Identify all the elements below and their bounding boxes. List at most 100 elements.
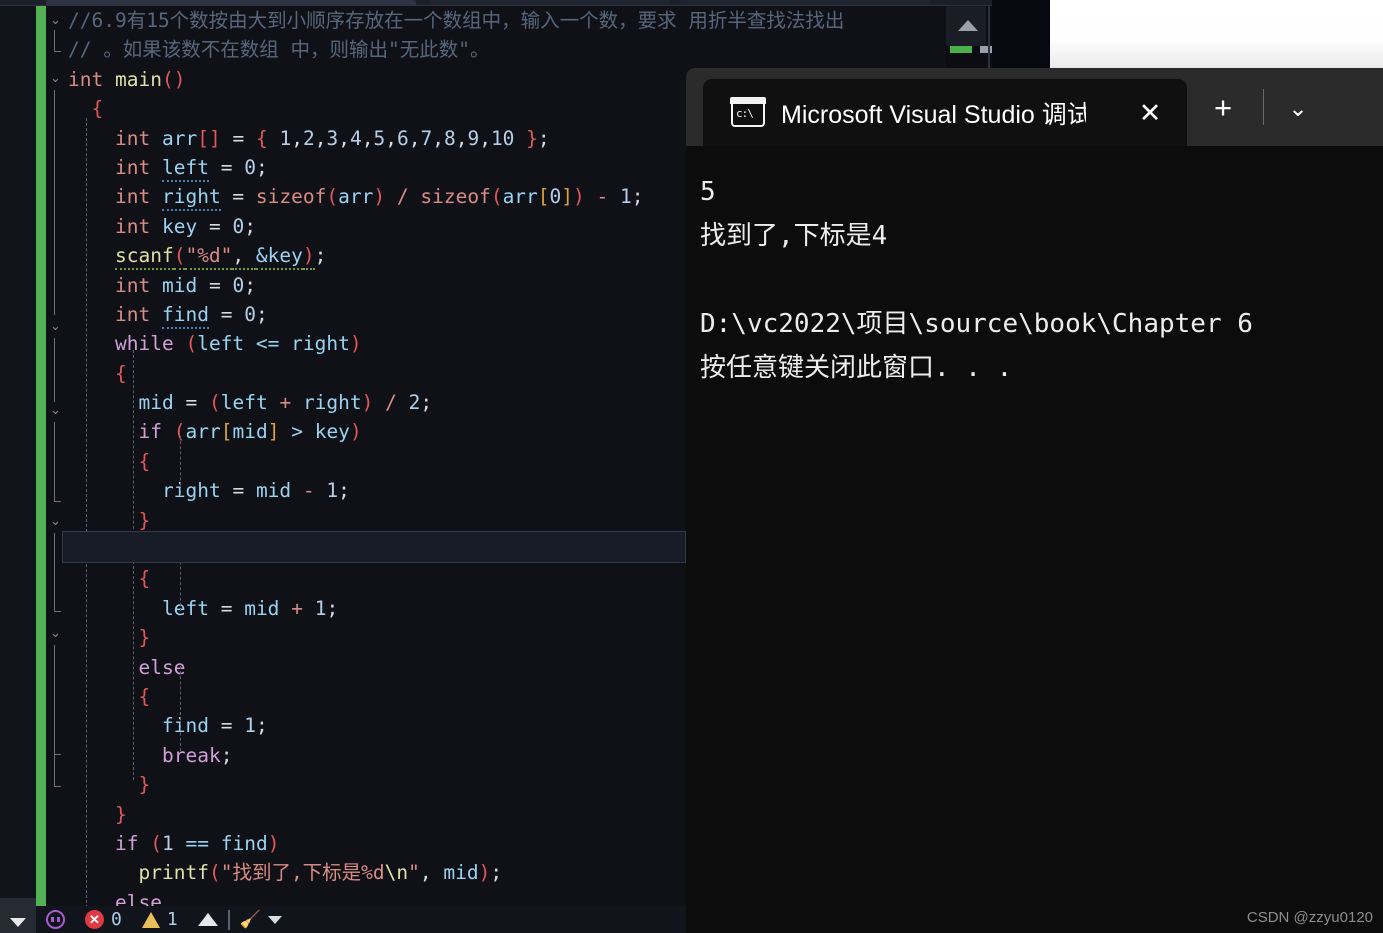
- code-token: right: [302, 391, 362, 415]
- cmd-prompt-icon: c:\: [730, 97, 766, 127]
- code-token: 3: [326, 126, 339, 150]
- code-token: main: [114, 67, 162, 91]
- code-token: }: [138, 773, 151, 797]
- code-token: arr: [185, 420, 221, 444]
- console-tab[interactable]: c:\ Microsoft Visual Studio 调试控 ✕: [703, 79, 1187, 146]
- scroll-down-arrow-icon: [10, 918, 26, 927]
- editor-horizontal-scrollbar[interactable]: [0, 898, 36, 933]
- code-token: left: [161, 155, 209, 182]
- code-token: if: [115, 831, 139, 855]
- console-tab-title: Microsoft Visual Studio 调试控: [781, 100, 1086, 129]
- status-message-nav[interactable]: [188, 906, 228, 933]
- status-warning-count[interactable]: 1: [132, 906, 188, 933]
- code-token: 4: [349, 126, 362, 150]
- code-token: left: [162, 596, 209, 620]
- code-token: =: [220, 126, 256, 150]
- code-token: 1: [161, 831, 174, 855]
- code-token: \n: [384, 861, 409, 885]
- chevron-down-icon[interactable]: ⌄: [1281, 94, 1315, 124]
- code-token: ;: [420, 391, 433, 415]
- code-token: ;: [490, 861, 503, 885]
- console-title-bar[interactable]: c:\ Microsoft Visual Studio 调试控 ✕ + ⌄: [686, 68, 1383, 146]
- code-token: ): [361, 391, 374, 415]
- indent-guide: [180, 436, 181, 496]
- code-token: ): [573, 185, 585, 209]
- code-token: ]: [561, 185, 574, 209]
- close-icon[interactable]: ✕: [1135, 99, 1165, 129]
- outline-collapse-chevron[interactable]: ⌄: [50, 320, 63, 333]
- outline-collapse-chevron[interactable]: ⌄: [50, 72, 63, 85]
- code-token: "%d": [185, 244, 233, 271]
- code-token: 1: [279, 126, 292, 150]
- code-token: mid: [232, 420, 268, 444]
- code-token: else: [138, 538, 186, 562]
- status-error-count[interactable]: ✕ 0: [75, 906, 132, 933]
- outline-collapse-chevron[interactable]: ⌄: [50, 404, 63, 417]
- console-line: 找到了,下标是4: [700, 221, 888, 251]
- code-token: }: [115, 802, 127, 826]
- code-token: ;: [255, 714, 268, 738]
- outline-collapse-chevron[interactable]: ⌄: [50, 14, 63, 27]
- code-token: 2: [302, 126, 315, 150]
- code-token: arr: [502, 185, 538, 209]
- console-output[interactable]: 5 找到了,下标是4 D:\vc2022\项目\source\book\Chapte…: [686, 146, 1383, 933]
- outline-guide: [54, 422, 61, 502]
- code-token: 9: [467, 126, 480, 150]
- code-token: >: [291, 420, 303, 444]
- new-tab-icon[interactable]: +: [1206, 92, 1240, 126]
- outline-collapse-chevron[interactable]: ⌄: [50, 515, 63, 528]
- code-token: int: [115, 126, 151, 150]
- code-token: ): [478, 861, 491, 885]
- outline-collapse-chevron[interactable]: ⌄: [50, 627, 63, 640]
- code-token: ,: [361, 126, 374, 150]
- code-token: (: [326, 185, 339, 209]
- code-token: }: [138, 508, 151, 532]
- code-token: printf: [138, 861, 209, 885]
- outline-guide: [54, 533, 61, 612]
- titlebar-divider: [1263, 89, 1264, 125]
- code-token: 1: [326, 479, 339, 503]
- code-token: (: [232, 538, 245, 562]
- console-line: D:\vc2022\项目\source\book\Chapter 6: [700, 309, 1253, 339]
- code-token: 6: [396, 126, 409, 150]
- code-token: ,: [338, 126, 350, 150]
- console-line: 按任意键关闭此窗口. . .: [700, 353, 1013, 383]
- code-token: if: [197, 538, 221, 562]
- code-token: 0: [232, 214, 245, 238]
- code-line: //6.9有15个数按由大到小顺序存放在一个数组中，输入一个数，要求 用折半查找…: [46, 6, 946, 35]
- caret-up-icon: [197, 913, 218, 926]
- code-token: key: [373, 538, 409, 562]
- editor-tab-3[interactable]: [680, 0, 930, 5]
- saved-change-marker-icon: [950, 46, 972, 53]
- status-code-cleanup[interactable]: 🧹: [230, 906, 292, 933]
- outline-guide: [54, 645, 61, 755]
- code-token: 0: [244, 302, 256, 326]
- editor-tab-active[interactable]: [46, 0, 416, 5]
- code-token: =: [208, 596, 245, 620]
- code-token: ;: [244, 273, 256, 297]
- code-token: key: [161, 214, 198, 238]
- outline-guide: [54, 338, 55, 402]
- code-token: =: [208, 714, 245, 738]
- code-token: }: [526, 126, 538, 150]
- code-token: -: [302, 479, 315, 503]
- code-token: ): [302, 244, 315, 271]
- status-smiley-feedback[interactable]: [36, 906, 75, 933]
- editor-tab-2[interactable]: [430, 0, 670, 5]
- code-token: (: [185, 332, 198, 356]
- code-token: []: [197, 126, 221, 150]
- unsaved-change-marker-icon: [980, 46, 992, 53]
